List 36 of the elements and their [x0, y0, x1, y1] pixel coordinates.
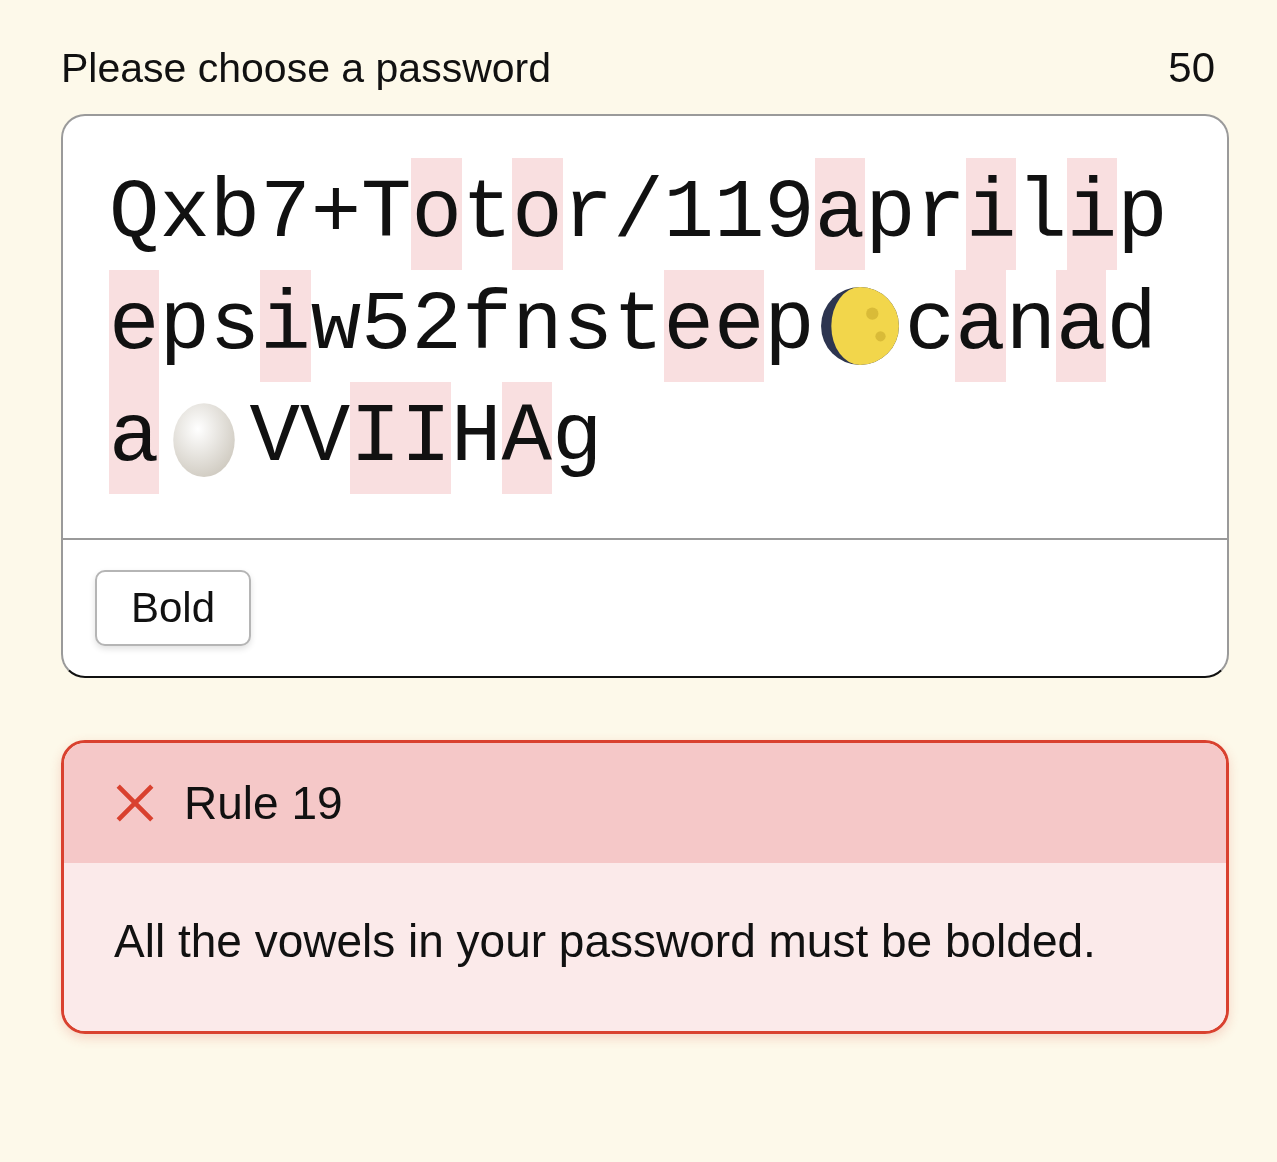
- highlighted-text: i: [1066, 158, 1118, 270]
- password-text: pr: [865, 165, 966, 263]
- password-text: VV: [249, 389, 351, 487]
- highlighted-text: e: [109, 270, 160, 382]
- password-text: d: [1106, 277, 1157, 375]
- highlighted-text: i: [260, 270, 311, 382]
- highlighted-text: i: [966, 158, 1017, 270]
- highlighted-text: A: [501, 382, 552, 494]
- highlighted-text: II: [350, 382, 452, 494]
- password-text: r/119: [562, 165, 815, 263]
- password-text: H: [451, 389, 502, 487]
- password-text: ps: [159, 277, 261, 375]
- password-text: n: [1005, 277, 1057, 375]
- password-text: g: [551, 389, 603, 487]
- password-field[interactable]: Qxb7+Totor/119aprilip epsiw52fnsteep canad a VVIIHAg: [63, 116, 1227, 540]
- moon-icon: [818, 285, 901, 367]
- highlighted-text: a: [1056, 270, 1107, 382]
- rule-title: Rule 19: [184, 776, 343, 830]
- highlighted-text: o: [411, 158, 462, 270]
- rule-text: All the vowels in your password must be bolded.: [114, 915, 1096, 967]
- password-label: Please choose a password: [61, 45, 552, 92]
- highlighted-text: o: [512, 158, 563, 270]
- password-text: Qxb7+T: [109, 165, 412, 263]
- bold-button[interactable]: Bold: [95, 570, 252, 646]
- cross-icon: [114, 782, 156, 824]
- password-text: w52fnst: [310, 277, 664, 375]
- password-text: p: [1117, 165, 1168, 263]
- highlighted-text: ee: [663, 270, 765, 382]
- password-text: c: [904, 277, 956, 375]
- password-text: l: [1016, 165, 1067, 263]
- highlighted-text: a: [814, 158, 866, 270]
- highlighted-text: a: [955, 270, 1006, 382]
- character-count: 50: [1168, 44, 1215, 92]
- highlighted-text: a: [109, 382, 160, 494]
- password-text: p: [764, 277, 815, 375]
- password-text: t: [461, 165, 513, 263]
